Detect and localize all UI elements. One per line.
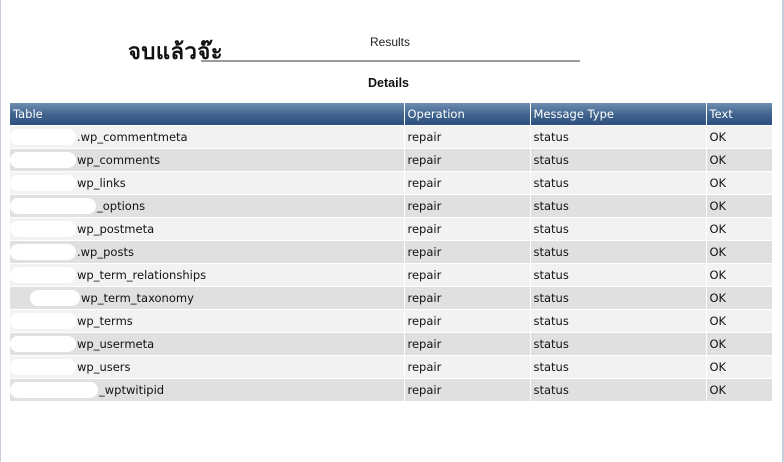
cell-message-type: status bbox=[529, 148, 706, 172]
table-row: wp_links repair status OK bbox=[10, 171, 772, 195]
cell-operation: repair bbox=[403, 194, 530, 218]
column-header-text: Text bbox=[705, 103, 772, 126]
cell-message-type: status bbox=[529, 171, 706, 195]
cell-table-name: wp_terms bbox=[10, 309, 404, 333]
cell-message-type: status bbox=[529, 355, 706, 379]
cell-message-type: status bbox=[529, 309, 706, 333]
details-title: Details bbox=[368, 76, 409, 90]
cell-table-name: wp_term_relationships bbox=[10, 263, 404, 287]
results-underline bbox=[201, 60, 580, 62]
cell-text: OK bbox=[705, 355, 772, 379]
cell-message-type: status bbox=[529, 332, 706, 356]
cell-table-name: wp_postmeta bbox=[10, 217, 404, 241]
cell-operation: repair bbox=[403, 171, 530, 195]
cell-text: OK bbox=[705, 171, 772, 195]
column-header-table: Table bbox=[10, 103, 404, 126]
cell-message-type: status bbox=[529, 217, 706, 241]
table-row: wp_terms repair status OK bbox=[10, 309, 772, 333]
cell-message-type: status bbox=[529, 378, 706, 402]
table-row: .wp_commentmeta repair status OK bbox=[10, 125, 772, 149]
cell-table-name: .wp_posts bbox=[10, 240, 404, 264]
cell-table-name: wp_usermeta bbox=[10, 332, 404, 356]
cell-text: OK bbox=[705, 332, 772, 356]
cell-operation: repair bbox=[403, 263, 530, 287]
table-row: wp_postmeta repair status OK bbox=[10, 217, 772, 241]
column-header-message-type: Message Type bbox=[529, 103, 706, 126]
table-row: wp_term_taxonomy repair status OK bbox=[10, 286, 772, 310]
table-row: wp_users repair status OK bbox=[10, 355, 772, 379]
cell-table-name: wp_users bbox=[10, 355, 404, 379]
column-header-operation: Operation bbox=[403, 103, 530, 126]
cell-operation: repair bbox=[403, 378, 530, 402]
cell-operation: repair bbox=[403, 125, 530, 149]
cell-message-type: status bbox=[529, 263, 706, 287]
cell-text: OK bbox=[705, 240, 772, 264]
results-table: Table Operation Message Type Text .wp_co… bbox=[10, 103, 772, 402]
cell-text: OK bbox=[705, 286, 772, 310]
cell-table-name: wp_links bbox=[10, 171, 404, 195]
cell-text: OK bbox=[705, 378, 772, 402]
cell-operation: repair bbox=[403, 309, 530, 333]
cell-text: OK bbox=[705, 194, 772, 218]
cell-text: OK bbox=[705, 217, 772, 241]
cell-table-name: _options bbox=[10, 194, 404, 218]
cell-message-type: status bbox=[529, 286, 706, 310]
table-row: _options repair status OK bbox=[10, 194, 772, 218]
cell-operation: repair bbox=[403, 286, 530, 310]
cell-operation: repair bbox=[403, 355, 530, 379]
cell-table-name: wp_term_taxonomy bbox=[10, 286, 404, 310]
handwritten-annotation: จบแล้วจ๊ะ bbox=[128, 39, 224, 65]
cell-text: OK bbox=[705, 263, 772, 287]
cell-operation: repair bbox=[403, 148, 530, 172]
table-row: .wp_posts repair status OK bbox=[10, 240, 772, 264]
cell-text: OK bbox=[705, 148, 772, 172]
cell-operation: repair bbox=[403, 217, 530, 241]
cell-text: OK bbox=[705, 309, 772, 333]
cell-operation: repair bbox=[403, 240, 530, 264]
table-header-row: Table Operation Message Type Text bbox=[10, 103, 772, 126]
results-title: Results bbox=[370, 35, 411, 49]
table-row: wp_usermeta repair status OK bbox=[10, 332, 772, 356]
table-row: wp_term_relationships repair status OK bbox=[10, 263, 772, 287]
cell-message-type: status bbox=[529, 194, 706, 218]
table-row: wp_comments repair status OK bbox=[10, 148, 772, 172]
cell-table-name: _wptwitipid bbox=[10, 378, 404, 402]
window-border-left bbox=[0, 0, 1, 462]
cell-operation: repair bbox=[403, 332, 530, 356]
cell-text: OK bbox=[705, 125, 772, 149]
cell-message-type: status bbox=[529, 240, 706, 264]
cell-message-type: status bbox=[529, 125, 706, 149]
cell-table-name: wp_comments bbox=[10, 148, 404, 172]
cell-table-name: .wp_commentmeta bbox=[10, 125, 404, 149]
table-row: _wptwitipid repair status OK bbox=[10, 378, 772, 402]
